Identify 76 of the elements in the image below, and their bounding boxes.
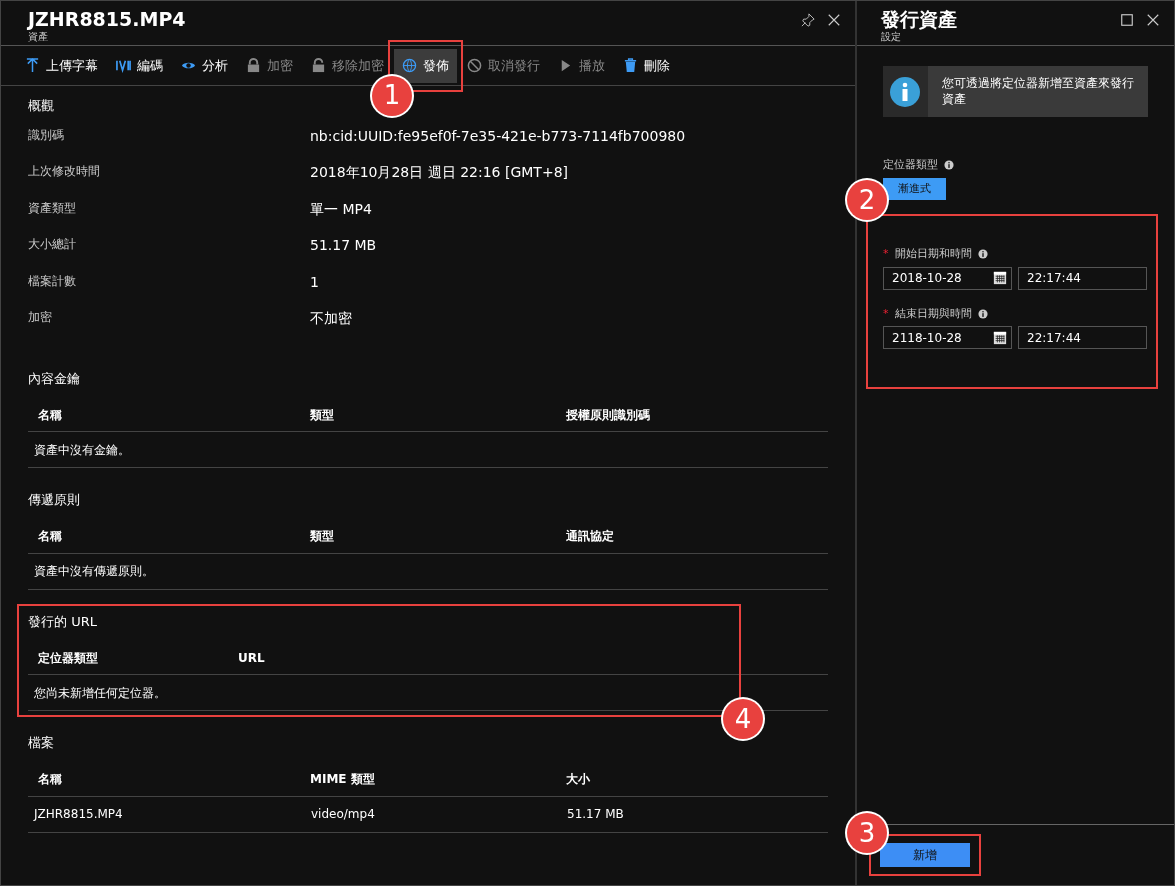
info-message: 您可透過將定位器新增至資產來發行資產 [940,75,1135,108]
empty-message: 資產中沒有金鑰。 [34,441,130,459]
column-header: 名稱 [38,771,63,788]
section-heading: 傳遞原則 [28,491,81,509]
empty-message: 資產中沒有傳遞原則。 [34,563,154,580]
property-label: 檔案計數 [28,272,77,290]
column-header: 定位器類型 [38,649,99,667]
upload-arrow-icon [25,58,40,73]
callout-number-badge: 3 [847,813,887,853]
property-label: 識別碼 [28,126,65,144]
column-header: 類型 [310,406,335,424]
column-header: 大小 [566,771,590,788]
property-value: 單一 MP4 [310,199,372,219]
empty-message: 您尚未新增任何定位器。 [34,684,166,702]
section-heading: 發行的 URL [28,612,98,631]
table-cell-text: video/mp4 [311,806,376,823]
close-icon [827,13,841,27]
calendar-icon [993,330,1007,345]
blade-subtitle: 資產 [28,31,49,43]
date-field[interactable]: 2018-10-28 [883,266,1012,290]
table-cell-text: 51.17 MB [567,806,624,823]
info-icon [944,160,954,171]
property-value: 不加密 [310,309,352,328]
field-label: 結束日期與時間 [894,305,972,322]
toolbar-button[interactable]: 上傳字幕 [17,48,106,83]
maximize-icon [1120,13,1134,27]
no-entry-icon [467,58,482,73]
field-label: 開始日期和時間 [894,246,972,262]
time-field[interactable]: 22:17:44 [1018,326,1147,349]
info-icon [977,249,988,260]
callout-number-badge: 4 [723,699,763,739]
column-header: 授權原則識別碼 [566,406,650,424]
info-icon [977,308,988,319]
column-header: MIME 類型 [310,771,376,788]
field-label: 定位器類型 [883,157,938,173]
property-value: 1 [310,272,319,292]
date-field[interactable]: 2118-10-28 [883,326,1012,349]
property-value: 51.17 MB [310,236,377,255]
trash-icon [623,58,638,73]
required-asterisk: * [883,305,889,322]
section-heading: 內容金鑰 [28,369,81,388]
toolbar-button[interactable]: 刪除 [615,48,678,83]
table-cell-text: JZHR8815.MP4 [34,806,124,823]
globe-icon [402,58,417,73]
column-header: 名稱 [38,406,63,424]
property-label: 大小總計 [28,236,77,253]
lock-icon [246,58,261,73]
unlock-icon [311,58,326,73]
property-value: 2018年10月28日 週日 22:16 [GMT+8] [310,163,568,182]
blade-title: 發行資產 [881,7,957,31]
section-heading: 檔案 [28,734,55,752]
callout-number-badge: 1 [372,75,412,116]
toolbar-button[interactable]: 分析 [173,48,236,83]
section-heading: 概觀 [28,97,55,115]
toolbar-button[interactable]: 發佈 [394,48,457,83]
locator-type-option[interactable]: 漸進式 [883,177,946,200]
close-icon [1146,13,1160,27]
time-field[interactable]: 22:17:44 [1018,266,1147,290]
pin-icon [801,13,815,27]
blade-subtitle: 設定 [881,31,902,43]
property-value: nb:cid:UUID:fe95ef0f-7e35-421e-b773-7114fb700980 [310,126,686,146]
calendar-icon [993,271,1007,285]
column-header: 類型 [310,528,335,545]
toolbar-button[interactable]: 編碼 [108,48,171,83]
blade-title: JZHR8815.MP4 [28,7,186,31]
required-asterisk: * [883,246,889,262]
property-label: 加密 [28,309,53,326]
property-label: 資產類型 [28,199,77,217]
property-label: 上次修改時間 [28,163,101,180]
column-header: 通訊協定 [566,528,614,545]
column-header: URL [238,649,266,667]
callout-number-badge: 2 [847,180,887,220]
info-icon [889,75,922,108]
add-button[interactable]: 新增 [880,843,970,867]
column-header: 名稱 [38,528,63,545]
encode-icon [116,58,131,73]
